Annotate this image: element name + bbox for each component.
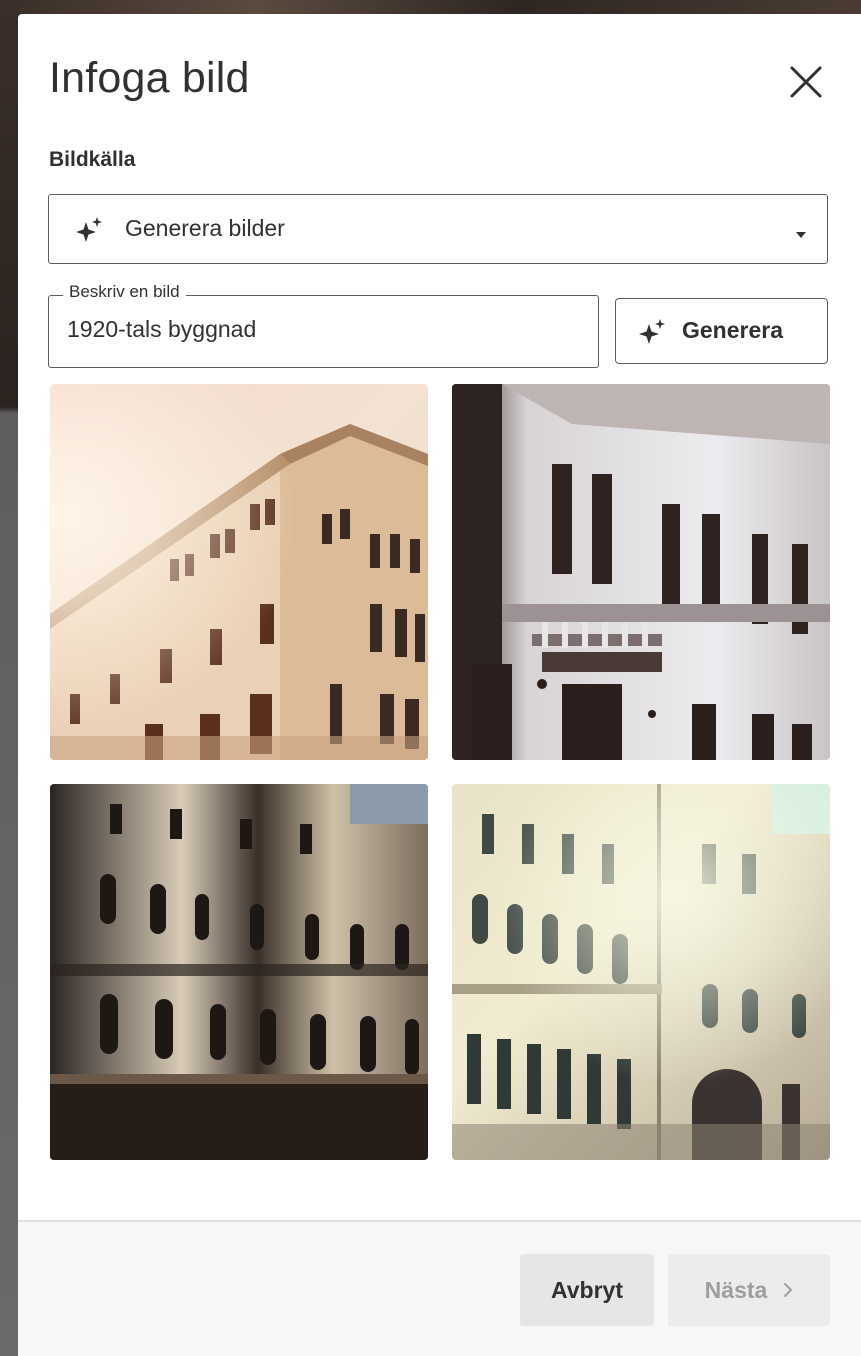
image-source-label: Bildkälla — [49, 148, 136, 171]
next-button-label: Nästa — [704, 1276, 768, 1303]
sparkle-icon — [73, 215, 105, 252]
background-app-strip — [0, 0, 861, 14]
background-app-edge — [0, 0, 18, 1356]
next-button[interactable]: Nästa — [668, 1254, 830, 1326]
generated-image-2[interactable] — [452, 384, 830, 760]
close-button[interactable] — [782, 58, 830, 106]
generated-image-4[interactable] — [452, 784, 830, 1160]
chevron-down-icon — [795, 226, 807, 244]
cancel-button[interactable]: Avbryt — [520, 1254, 654, 1326]
generate-button-label: Generera — [682, 317, 784, 343]
describe-image-input[interactable]: 1920-tals byggnad — [67, 316, 256, 343]
generated-image-3[interactable] — [50, 784, 428, 1160]
close-icon — [790, 66, 822, 98]
sparkle-icon — [636, 317, 668, 354]
generate-button[interactable]: Generera — [615, 298, 828, 364]
image-source-dropdown[interactable]: Generera bilder — [48, 194, 828, 264]
chevron-right-icon — [783, 1282, 793, 1298]
image-source-selected: Generera bilder — [125, 215, 285, 241]
insert-image-dialog: Infoga bild Bildkälla Generera bilder Be… — [18, 14, 861, 1356]
generated-image-1[interactable] — [50, 384, 428, 760]
describe-image-field[interactable]: Beskriv en bild 1920-tals byggnad — [48, 282, 599, 368]
describe-image-label: Beskriv en bild — [63, 282, 186, 302]
dialog-title: Infoga bild — [49, 54, 250, 102]
